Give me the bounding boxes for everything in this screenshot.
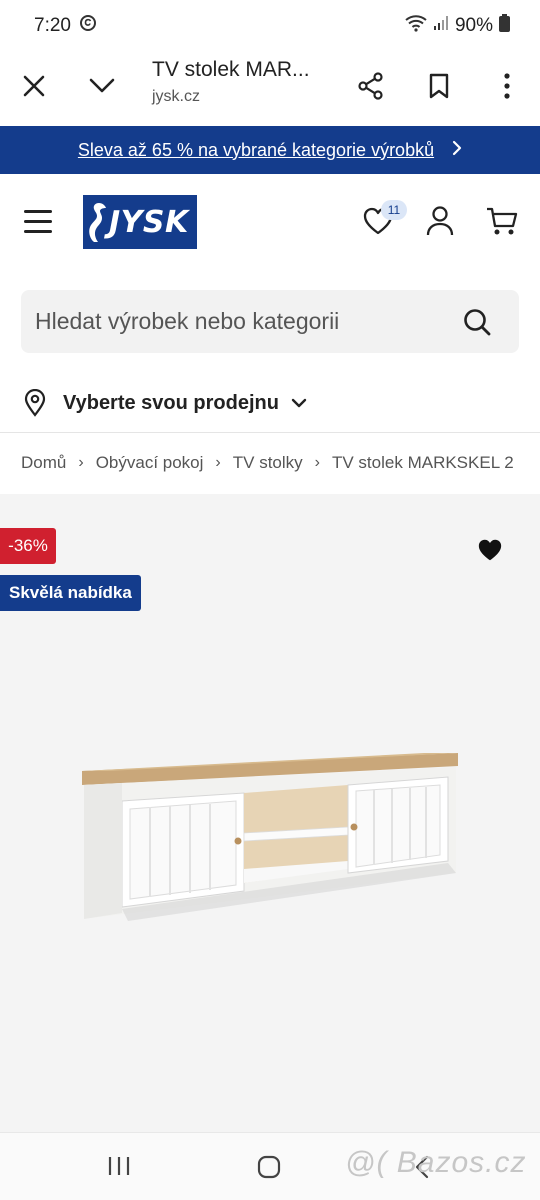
goose-logo-icon <box>89 203 106 242</box>
site-header: JYSK 11 <box>0 174 540 274</box>
browser-toolbar: TV stolek MAR... jysk.cz <box>0 52 540 124</box>
search-bar <box>21 290 519 353</box>
chevron-down-icon <box>291 398 307 408</box>
cart-button[interactable] <box>485 204 519 238</box>
threads-icon <box>79 14 97 38</box>
breadcrumb-separator-icon: › <box>215 454 221 471</box>
breadcrumb-item-tv-stands[interactable]: TV stolky <box>233 453 303 473</box>
breadcrumb-separator-icon: › <box>314 454 320 471</box>
chevron-down-icon <box>89 78 115 93</box>
home-icon <box>257 1155 281 1179</box>
bookmark-icon <box>429 73 449 99</box>
home-button[interactable] <box>257 1155 281 1184</box>
product-image <box>82 753 458 921</box>
product-gallery[interactable]: -36% Skvělá nabídka <box>0 494 540 1132</box>
recent-apps-icon <box>108 1157 130 1175</box>
breadcrumb-separator-icon: › <box>78 454 84 471</box>
heart-filled-icon <box>478 539 502 561</box>
promo-link[interactable]: Sleva až 65 % na vybrané kategorie výrob… <box>78 140 434 161</box>
close-tab-button[interactable] <box>12 64 56 108</box>
divider <box>0 432 540 433</box>
bookmark-button[interactable] <box>417 64 461 108</box>
logo-text: JYSK <box>109 204 189 240</box>
hamburger-line <box>24 230 52 233</box>
search-icon[interactable] <box>461 306 493 338</box>
user-icon <box>426 206 454 236</box>
page-title: TV stolek MAR... <box>152 58 310 81</box>
status-time: 7:20 <box>34 15 71 36</box>
discount-badge: -36% <box>0 528 56 564</box>
hamburger-icon <box>24 210 52 213</box>
store-label: Vyberte svou prodejnu <box>63 391 279 414</box>
battery-icon <box>499 14 510 38</box>
breadcrumb-item-living-room[interactable]: Obývací pokoj <box>96 453 204 473</box>
recent-apps-button[interactable] <box>106 1155 132 1182</box>
hamburger-line <box>24 220 52 223</box>
chevron-right-icon <box>452 140 462 161</box>
signal-icon <box>433 15 449 37</box>
offer-badge: Skvělá nabídka <box>0 575 141 611</box>
wifi-icon <box>405 14 427 38</box>
add-to-wishlist-button[interactable] <box>477 538 505 566</box>
page-title-block[interactable]: TV stolek MAR... jysk.cz <box>152 58 342 106</box>
store-selector[interactable]: Vyberte svou prodejnu <box>23 382 307 424</box>
wishlist-count-badge: 11 <box>381 200 407 220</box>
breadcrumb-item-home[interactable]: Domů <box>21 453 66 473</box>
minimize-button[interactable] <box>80 64 124 108</box>
breadcrumb: Domů › Obývací pokoj › TV stolky › TV st… <box>21 448 514 478</box>
search-input[interactable] <box>35 308 461 335</box>
promo-banner[interactable]: Sleva až 65 % na vybrané kategorie výrob… <box>0 126 540 174</box>
jysk-logo[interactable]: JYSK <box>83 195 197 249</box>
location-pin-icon <box>24 389 46 417</box>
status-bar: 7:20 90% <box>0 0 540 52</box>
share-button[interactable] <box>349 64 393 108</box>
breadcrumb-item-current: TV stolek MARKSKEL 2 <box>331 453 514 472</box>
share-icon <box>358 72 383 100</box>
more-options-button[interactable] <box>485 64 529 108</box>
close-icon <box>23 75 45 97</box>
more-vertical-icon <box>504 73 510 99</box>
menu-button[interactable] <box>24 210 52 234</box>
page-url: jysk.cz <box>152 88 200 105</box>
watermark-text: @( Bazos.cz <box>345 1146 527 1179</box>
account-button[interactable] <box>423 204 457 238</box>
battery-level: 90% <box>454 15 493 36</box>
cart-icon <box>487 207 518 235</box>
